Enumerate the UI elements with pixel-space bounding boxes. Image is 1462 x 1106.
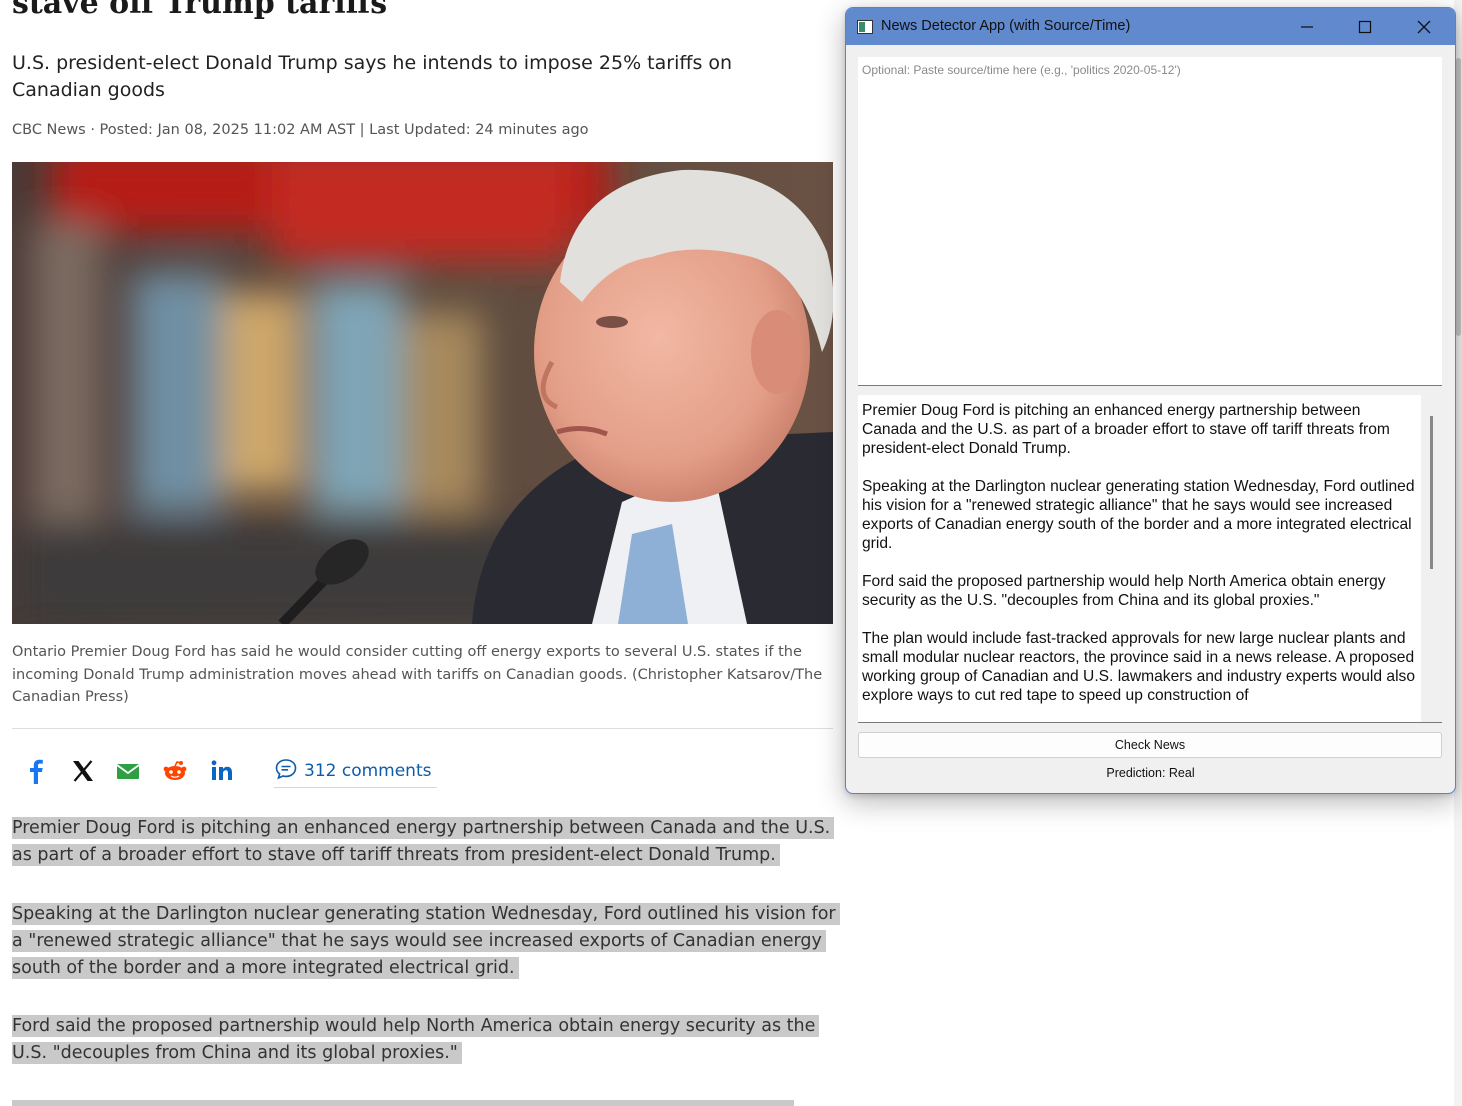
text-scrollbar[interactable] bbox=[1430, 416, 1433, 569]
news-text-input[interactable]: Premier Doug Ford is pitching an enhance… bbox=[858, 395, 1421, 722]
photo-caption: Ontario Premier Doug Ford has said he wo… bbox=[12, 644, 823, 705]
share-bar: 312 comments bbox=[12, 755, 462, 789]
news-text-paragraph: Premier Doug Ford is pitching an enhance… bbox=[862, 402, 1390, 457]
article-photo bbox=[12, 162, 833, 624]
comments-count: 312 comments bbox=[304, 761, 432, 781]
maximize-icon bbox=[1358, 20, 1372, 33]
body-paragraph: Speaking at the Darlington nuclear gener… bbox=[12, 901, 842, 982]
news-text-paragraph: Ford said the proposed partnership would… bbox=[862, 573, 1386, 609]
x-icon[interactable] bbox=[69, 757, 97, 785]
article-headline: stave off Trump tariffs bbox=[12, 0, 388, 21]
page-scrollbar-thumb[interactable] bbox=[1456, 58, 1461, 336]
window-title: News Detector App (with Source/Time) bbox=[881, 18, 1131, 34]
maximize-button[interactable] bbox=[1336, 8, 1394, 45]
minimize-button[interactable] bbox=[1278, 8, 1336, 45]
close-icon bbox=[1417, 20, 1431, 33]
app-icon bbox=[857, 19, 873, 34]
news-detector-window: News Detector App (with Source/Time) Opt… bbox=[845, 7, 1456, 794]
photo-image bbox=[12, 162, 833, 624]
comment-icon bbox=[274, 757, 298, 785]
minimize-icon bbox=[1301, 25, 1313, 28]
reddit-icon[interactable] bbox=[161, 757, 189, 785]
close-button[interactable] bbox=[1395, 8, 1453, 45]
prediction-label: Prediction: Real bbox=[1106, 766, 1195, 780]
email-icon[interactable] bbox=[114, 757, 142, 785]
facebook-icon[interactable] bbox=[22, 757, 50, 785]
divider bbox=[12, 728, 833, 729]
body-paragraph: Premier Doug Ford is pitching an enhance… bbox=[12, 815, 842, 869]
article-deck: U.S. president-elect Donald Trump says h… bbox=[12, 52, 733, 101]
window-titlebar[interactable]: News Detector App (with Source/Time) bbox=[846, 8, 1455, 45]
body-paragraph: Ford said the proposed partnership would… bbox=[12, 1013, 842, 1067]
news-text-paragraph: Speaking at the Darlington nuclear gener… bbox=[862, 478, 1415, 552]
splitter[interactable] bbox=[858, 385, 1442, 386]
linkedin-icon[interactable] bbox=[208, 757, 236, 785]
source-time-input[interactable]: Optional: Paste source/time here (e.g., … bbox=[858, 57, 1442, 386]
check-news-button[interactable]: Check News bbox=[858, 732, 1442, 758]
news-text-paragraph: The plan would include fast-tracked appr… bbox=[862, 630, 1416, 704]
source-time-placeholder: Optional: Paste source/time here (e.g., … bbox=[862, 63, 1181, 77]
article-byline: CBC News · Posted: Jan 08, 2025 11:02 AM… bbox=[12, 122, 589, 138]
body-paragraph-partial bbox=[12, 1100, 794, 1106]
splitter[interactable] bbox=[858, 722, 1442, 723]
comments-link[interactable]: 312 comments bbox=[274, 755, 438, 788]
